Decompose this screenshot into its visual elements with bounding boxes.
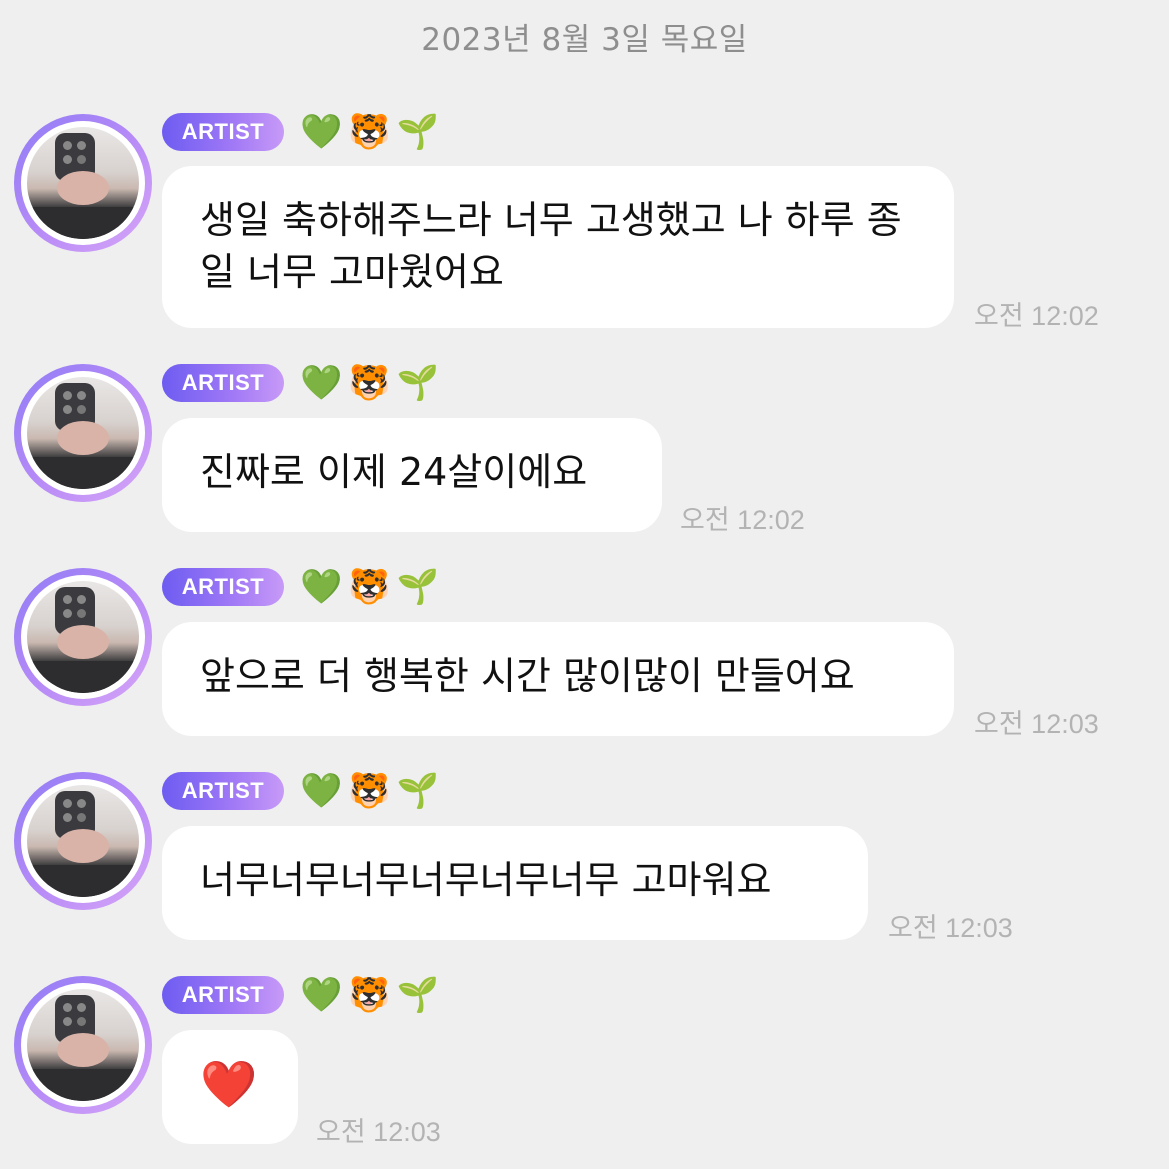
artist-badge: ARTIST — [162, 113, 284, 151]
message-bubble[interactable]: 생일 축하해주느라 너무 고생했고 나 하루 종일 너무 고마웠어요 — [162, 166, 954, 328]
date-header: 2023년 8월 3일 목요일 — [421, 22, 748, 58]
message-time: 오전 12:03 — [888, 913, 1013, 943]
message-bubble[interactable]: 진짜로 이제 24살이에요 — [162, 418, 662, 532]
sender-emojis: 💚 🐯 🌱 — [300, 769, 439, 813]
message-time: 오전 12:02 — [680, 505, 805, 535]
message-bubble[interactable]: 앞으로 더 행복한 시간 많이많이 만들어요 — [162, 622, 954, 736]
avatar[interactable] — [14, 568, 152, 706]
avatar-photo — [27, 127, 139, 239]
sender-emojis: 💚 🐯 🌱 — [300, 973, 439, 1017]
avatar[interactable] — [14, 114, 152, 252]
message-bubble[interactable]: ❤️ — [162, 1030, 298, 1144]
green-heart-icon: 💚 — [300, 771, 343, 811]
avatar[interactable] — [14, 976, 152, 1114]
tiger-face-icon: 🐯 — [348, 363, 391, 403]
green-heart-icon: 💚 — [300, 567, 343, 607]
green-heart-icon: 💚 — [300, 112, 343, 152]
seedling-icon: 🌱 — [396, 771, 440, 811]
artist-badge: ARTIST — [162, 364, 284, 402]
avatar-photo — [27, 377, 139, 489]
seedling-icon: 🌱 — [396, 363, 440, 403]
seedling-icon: 🌱 — [396, 567, 440, 607]
tiger-face-icon: 🐯 — [348, 567, 391, 607]
avatar-photo — [27, 581, 139, 693]
avatar[interactable] — [14, 772, 152, 910]
tiger-face-icon: 🐯 — [348, 112, 391, 152]
seedling-icon: 🌱 — [396, 975, 440, 1015]
sender-emojis: 💚 🐯 🌱 — [300, 361, 439, 405]
avatar-photo — [27, 989, 139, 1101]
avatar-photo — [27, 785, 139, 897]
artist-badge: ARTIST — [162, 772, 284, 810]
artist-badge: ARTIST — [162, 976, 284, 1014]
message-bubble[interactable]: 너무너무너무너무너무너무 고마워요 — [162, 826, 868, 940]
message-time: 오전 12:03 — [974, 709, 1099, 739]
avatar[interactable] — [14, 364, 152, 502]
green-heart-icon: 💚 — [300, 363, 343, 403]
artist-badge: ARTIST — [162, 568, 284, 606]
seedling-icon: 🌱 — [396, 112, 440, 152]
green-heart-icon: 💚 — [300, 975, 343, 1015]
tiger-face-icon: 🐯 — [348, 975, 391, 1015]
red-heart-icon: ❤️ — [200, 1057, 258, 1111]
message-time: 오전 12:03 — [316, 1117, 441, 1147]
message-time: 오전 12:02 — [974, 301, 1099, 331]
sender-emojis: 💚 🐯 🌱 — [300, 110, 439, 154]
tiger-face-icon: 🐯 — [348, 771, 391, 811]
sender-emojis: 💚 🐯 🌱 — [300, 565, 439, 609]
